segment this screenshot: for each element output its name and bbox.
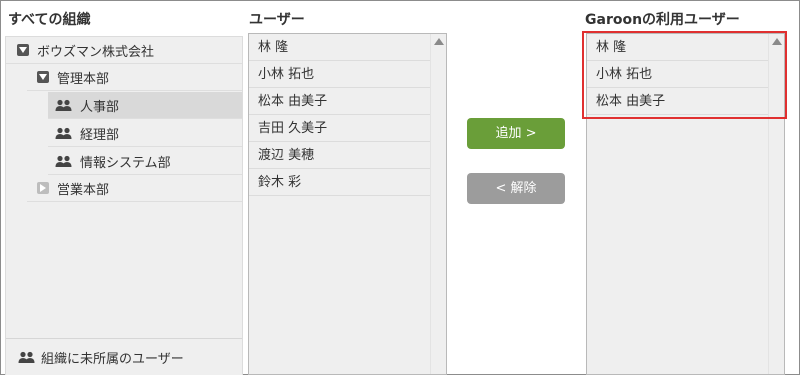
list-item[interactable]: 鈴木 彩: [249, 169, 431, 196]
users-heading: ユーザー: [249, 12, 305, 28]
organization-tree: ボウズマン株式会社 管理本部 人事部 経理部 情報システム部 営業本部 組織に未…: [5, 36, 243, 375]
tree-item-jinji-bu[interactable]: 人事部: [48, 92, 242, 119]
tree-item-bowzman[interactable]: ボウズマン株式会社: [6, 37, 242, 64]
tree-item-label: 管理本部: [57, 71, 110, 87]
scroll-up-arrow-icon[interactable]: [434, 38, 444, 45]
scrollbar[interactable]: [430, 34, 446, 374]
tree-item-label: 経理部: [80, 127, 120, 143]
remove-button[interactable]: < 解除: [467, 173, 565, 204]
user-listbox[interactable]: 林 隆 小林 拓也 松本 由美子 吉田 久美子 渡辺 美穂 鈴木 彩: [248, 33, 447, 375]
group-icon: [55, 127, 72, 140]
collapse-toggle-icon[interactable]: [37, 71, 49, 83]
group-icon: [55, 99, 72, 112]
tree-item-label: 人事部: [80, 99, 120, 115]
unaffiliated-users-item[interactable]: 組織に未所属のユーザー: [6, 338, 242, 375]
list-item[interactable]: 吉田 久美子: [249, 115, 431, 142]
organizations-heading: すべての組織: [8, 12, 91, 28]
highlight-annotation: [582, 31, 787, 119]
add-button[interactable]: 追加 >: [467, 118, 565, 149]
tree-item-keiri-bu[interactable]: 経理部: [48, 120, 242, 147]
tree-item-kanri-honbu[interactable]: 管理本部: [27, 64, 242, 91]
list-item[interactable]: 林 隆: [249, 34, 431, 61]
expand-toggle-icon[interactable]: [37, 182, 49, 194]
group-icon: [18, 351, 35, 364]
tree-item-eigyo-honbu[interactable]: 営業本部: [27, 175, 242, 202]
list-item[interactable]: 松本 由美子: [249, 88, 431, 115]
tree-item-label: ボウズマン株式会社: [37, 44, 155, 60]
tree-item-label: 営業本部: [57, 182, 110, 198]
group-icon: [55, 155, 72, 168]
garoon-users-heading: Garoonの利用ユーザー: [585, 12, 740, 28]
tree-item-label: 情報システム部: [80, 155, 171, 171]
collapse-toggle-icon[interactable]: [17, 44, 29, 56]
list-item[interactable]: 渡辺 美穂: [249, 142, 431, 169]
unaffiliated-users-label: 組織に未所属のユーザー: [41, 351, 184, 367]
list-item[interactable]: 小林 拓也: [249, 61, 431, 88]
tree-item-joho-system-bu[interactable]: 情報システム部: [48, 148, 242, 175]
